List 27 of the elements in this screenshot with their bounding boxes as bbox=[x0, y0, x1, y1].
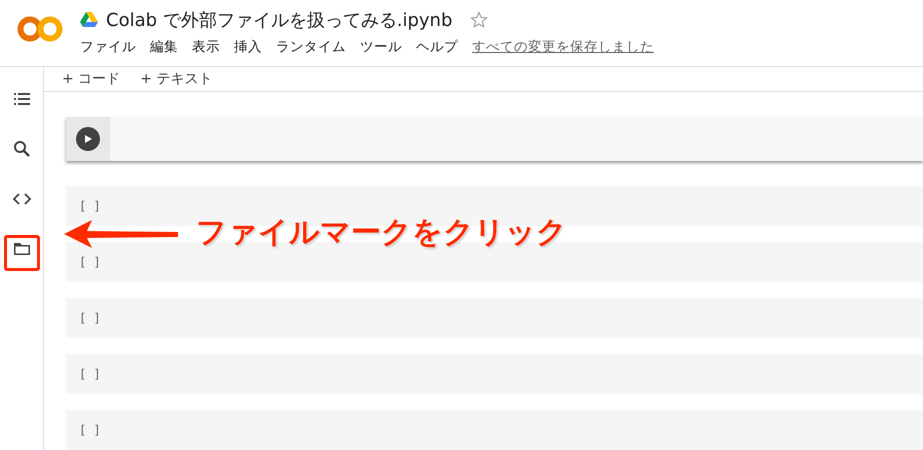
add-cell-button[interactable]: + テキスト bbox=[140, 70, 212, 88]
notebook-title[interactable]: Colab で外部ファイルを扱ってみる.ipynb bbox=[106, 8, 452, 32]
drive-icon bbox=[80, 12, 98, 28]
menu-item[interactable]: ツール bbox=[360, 38, 402, 56]
run-button[interactable] bbox=[76, 127, 100, 151]
code-cell[interactable]: [ ] bbox=[66, 298, 923, 338]
menu-item[interactable]: ランタイム bbox=[276, 38, 346, 56]
cell-prompt: [ ] bbox=[79, 423, 101, 437]
menu-item[interactable]: 表示 bbox=[192, 38, 220, 56]
add-cell-button[interactable]: + コード bbox=[62, 70, 120, 88]
code-cell[interactable] bbox=[66, 117, 923, 161]
play-icon bbox=[83, 134, 93, 144]
code-cell[interactable]: [ ] bbox=[66, 410, 923, 450]
star-icon[interactable] bbox=[470, 11, 488, 29]
colab-logo bbox=[17, 14, 63, 44]
cell-prompt: [ ] bbox=[79, 367, 101, 381]
search-icon[interactable] bbox=[12, 139, 32, 159]
save-status-link[interactable]: すべての変更を保存しました bbox=[472, 38, 654, 56]
code-cell[interactable]: [ ] bbox=[66, 354, 923, 394]
menu-item[interactable]: 挿入 bbox=[234, 38, 262, 56]
menu-item[interactable]: ファイル bbox=[80, 38, 136, 56]
cell-prompt: [ ] bbox=[79, 255, 101, 269]
menu-item[interactable]: ヘルプ bbox=[416, 38, 458, 56]
cell-prompt: [ ] bbox=[79, 199, 101, 213]
cell-prompt: [ ] bbox=[79, 311, 101, 325]
highlight-frame bbox=[4, 235, 40, 271]
menu-item[interactable]: 編集 bbox=[150, 38, 178, 56]
